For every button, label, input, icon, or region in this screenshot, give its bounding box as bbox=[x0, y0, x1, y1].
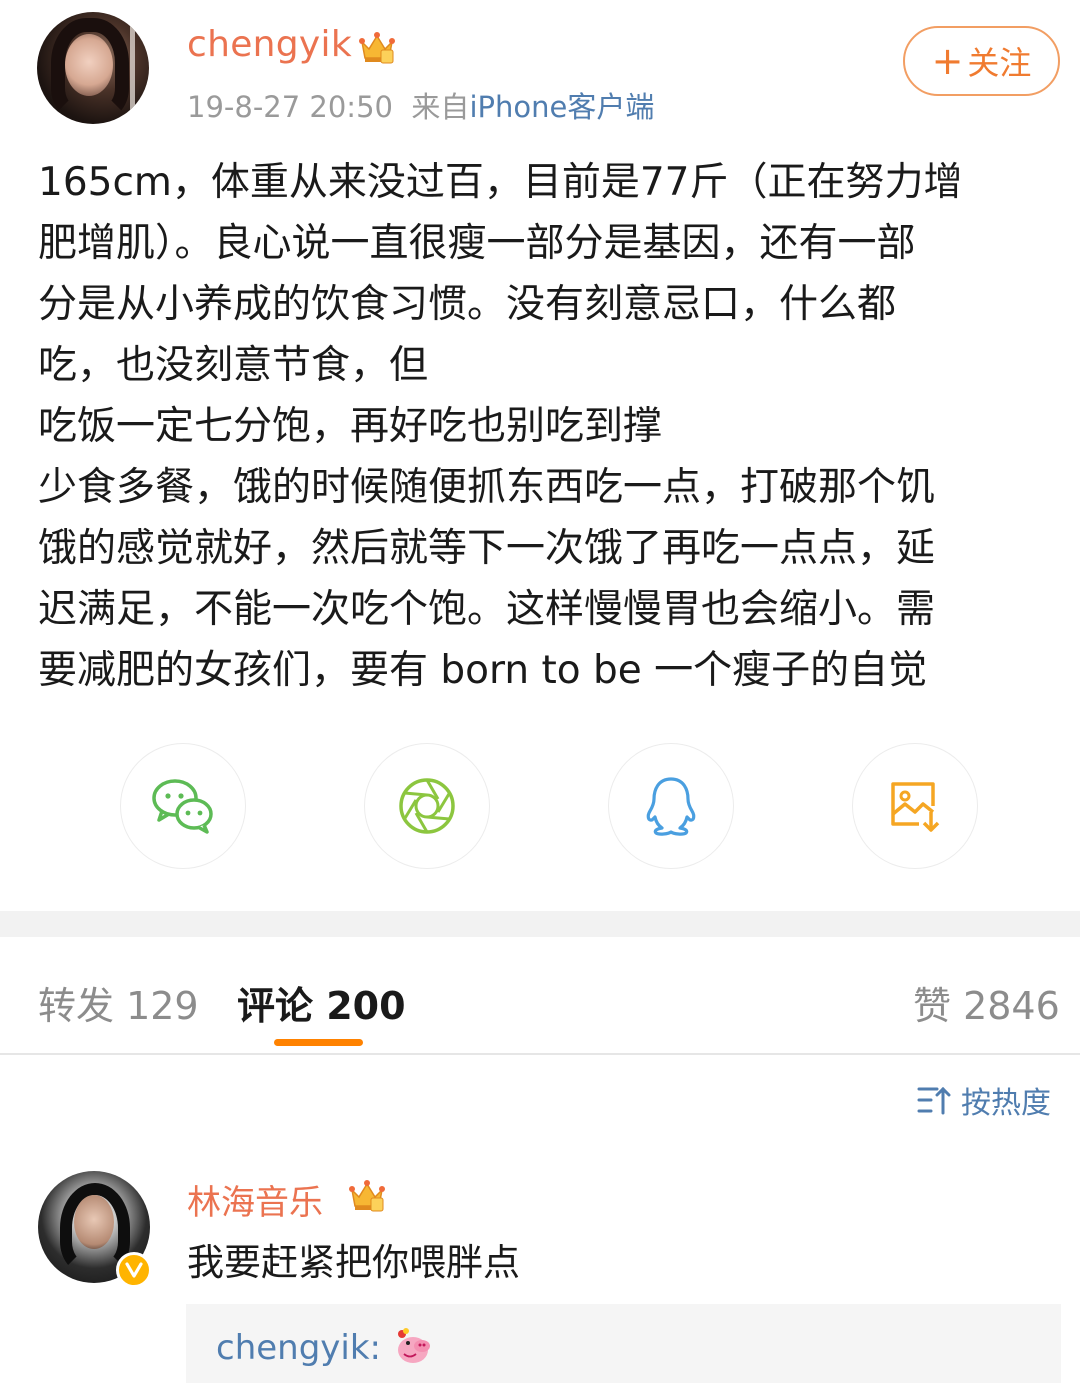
comment-text: 我要赶紧把你喂胖点 bbox=[187, 1241, 520, 1284]
plus-icon: + bbox=[931, 39, 964, 83]
avatar-face bbox=[74, 1195, 114, 1249]
wechat-icon bbox=[152, 779, 213, 834]
share-moments-button[interactable] bbox=[364, 743, 490, 869]
share-wechat-button[interactable] bbox=[120, 743, 246, 869]
avatar-face bbox=[65, 34, 113, 96]
post-text-line: 肥增肌）。良心说一直很瘦一部分是基因，还有一部 bbox=[38, 221, 916, 266]
tab-reposts[interactable]: 转发 129 bbox=[38, 975, 199, 1030]
share-save-image-button[interactable] bbox=[852, 743, 978, 869]
tabs-divider bbox=[0, 1053, 1080, 1055]
sort-label: 按热度 bbox=[961, 1086, 1051, 1121]
moments-icon bbox=[399, 778, 455, 834]
peppa-pig-emoji-icon bbox=[398, 1328, 430, 1363]
sort-button[interactable]: 按热度 bbox=[917, 1080, 1051, 1121]
commenter-name[interactable]: 林海音乐 bbox=[187, 1175, 323, 1224]
post-text-line: 要减肥的女孩们，要有 born to be 一个瘦子的自觉 bbox=[38, 648, 928, 693]
post-text-line: 吃，也没刻意节食，但 bbox=[38, 343, 429, 388]
post-meta: 19-8-27 20:50 来自iPhone客户端 bbox=[187, 84, 654, 126]
post-text-line: 165cm，体重从来没过百，目前是77斤（正在努力增 bbox=[38, 160, 963, 205]
post-text-line: 少食多餐，饿的时候随便抓东西吃一点，打破那个饥 bbox=[38, 465, 936, 510]
tab-likes[interactable]: 赞 2846 bbox=[913, 975, 1060, 1030]
vip-crown-icon bbox=[359, 32, 395, 64]
active-tab-indicator bbox=[274, 1039, 363, 1046]
post-text-line: 饿的感觉就好，然后就等下一次饿了再吃一点点，延 bbox=[38, 526, 936, 571]
post-source[interactable]: iPhone客户端 bbox=[469, 90, 654, 124]
qq-icon bbox=[646, 777, 696, 836]
tab-comments[interactable]: 评论 200 bbox=[237, 975, 406, 1030]
post-body: 165cm，体重从来没过百，目前是77斤（正在努力增 肥增肌）。良心说一直很瘦一… bbox=[38, 152, 1048, 701]
post-text-line: 吃饭一定七分饱，再好吃也别吃到撑 bbox=[38, 404, 663, 449]
share-qq-button[interactable] bbox=[608, 743, 734, 869]
avatar-background-detail bbox=[130, 12, 135, 124]
section-divider bbox=[0, 911, 1080, 937]
verified-badge-icon bbox=[116, 1252, 152, 1288]
post-text-line: 迟满足，不能一次吃个饱。这样慢慢胃也会缩小。需 bbox=[38, 587, 936, 632]
post-source-prefix: 来自 bbox=[411, 90, 470, 124]
sort-icon bbox=[917, 1086, 951, 1115]
post-author-name[interactable]: chengyik bbox=[187, 24, 352, 65]
reply-author-name[interactable]: chengyik: bbox=[216, 1328, 381, 1368]
vip-crown-icon bbox=[349, 1180, 385, 1212]
follow-button[interactable]: + 关注 bbox=[903, 26, 1060, 96]
post-text-line: 分是从小养成的饮食习惯。没有刻意忌口，什么都 bbox=[38, 282, 897, 327]
post-timestamp: 19-8-27 20:50 bbox=[187, 90, 393, 124]
follow-label: 关注 bbox=[967, 44, 1032, 82]
save-image-icon bbox=[891, 782, 940, 832]
post-author-avatar[interactable] bbox=[37, 12, 149, 124]
